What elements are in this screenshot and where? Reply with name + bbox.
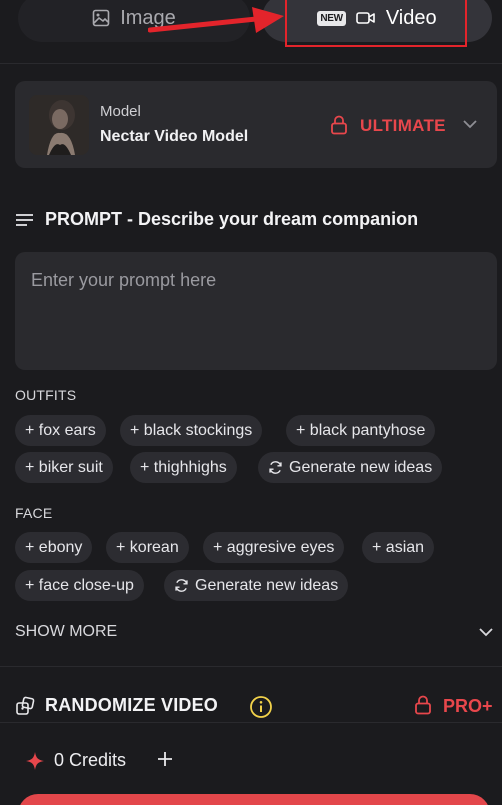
mode-tabs: Image NEW Video	[0, 0, 502, 64]
face-label: FACE	[15, 505, 53, 521]
chevron-down-icon[interactable]	[462, 117, 478, 131]
refresh-icon	[175, 579, 188, 592]
show-more-toggle[interactable]: SHOW MORE	[15, 623, 117, 641]
credits-label: 0 Credits	[54, 750, 127, 770]
outfit-chip[interactable]: + fox ears	[15, 415, 106, 446]
outfit-chip[interactable]: + biker suit	[15, 452, 113, 483]
outfit-chip[interactable]: + thighhighs	[130, 452, 237, 483]
face-generate-label: Generate new ideas	[195, 576, 339, 594]
face-chip[interactable]: + face close-up	[15, 570, 144, 601]
credits-display: 0 Credits	[26, 750, 126, 771]
chevron-down-icon[interactable]	[478, 625, 494, 639]
dice-icon	[16, 696, 35, 715]
divider	[0, 722, 502, 723]
prompt-input[interactable]: Enter your prompt here	[15, 252, 497, 370]
lock-icon	[415, 695, 431, 715]
face-chip[interactable]: + aggresive eyes	[203, 532, 345, 563]
face-chip[interactable]: + korean	[106, 532, 189, 563]
randomize-title: RANDOMIZE VIDEO	[45, 695, 219, 715]
sparkle-icon	[26, 751, 44, 770]
outfits-generate-label: Generate new ideas	[289, 458, 433, 476]
prompt-title: PROMPT - Describe your dream companion	[45, 209, 419, 229]
outfits-label: OUTFITS	[15, 387, 77, 403]
model-avatar	[29, 95, 89, 155]
outfits-generate-button[interactable]: Generate new ideas	[258, 452, 443, 483]
randomize-header: RANDOMIZE VIDEO	[15, 695, 218, 716]
face-chip[interactable]: + asian	[362, 532, 435, 563]
refresh-icon	[269, 461, 282, 474]
prompt-header: PROMPT - Describe your dream companion	[15, 209, 418, 230]
annotation-arrow-icon	[148, 7, 284, 33]
divider	[0, 666, 502, 667]
generate-button[interactable]	[18, 794, 490, 805]
add-credits-icon[interactable]	[156, 750, 174, 768]
model-selector[interactable]: Model Nectar Video Model ULTIMATE	[15, 81, 497, 168]
prompt-placeholder: Enter your prompt here	[31, 270, 217, 290]
annotation-highlight-box	[285, 0, 467, 47]
face-generate-button[interactable]: Generate new ideas	[164, 570, 349, 601]
ultimate-badge: ULTIMATE	[360, 116, 446, 135]
model-name: Nectar Video Model	[100, 128, 249, 145]
text-lines-icon	[16, 213, 33, 226]
face-chip[interactable]: + ebony	[15, 532, 93, 563]
image-icon	[92, 9, 110, 27]
lock-icon	[331, 115, 347, 135]
info-icon[interactable]	[249, 695, 273, 719]
outfit-chip[interactable]: + black stockings	[120, 415, 263, 446]
pro-plus-badge: PRO+	[443, 696, 493, 716]
model-heading: Model	[100, 103, 141, 120]
outfit-chip[interactable]: + black pantyhose	[286, 415, 436, 446]
